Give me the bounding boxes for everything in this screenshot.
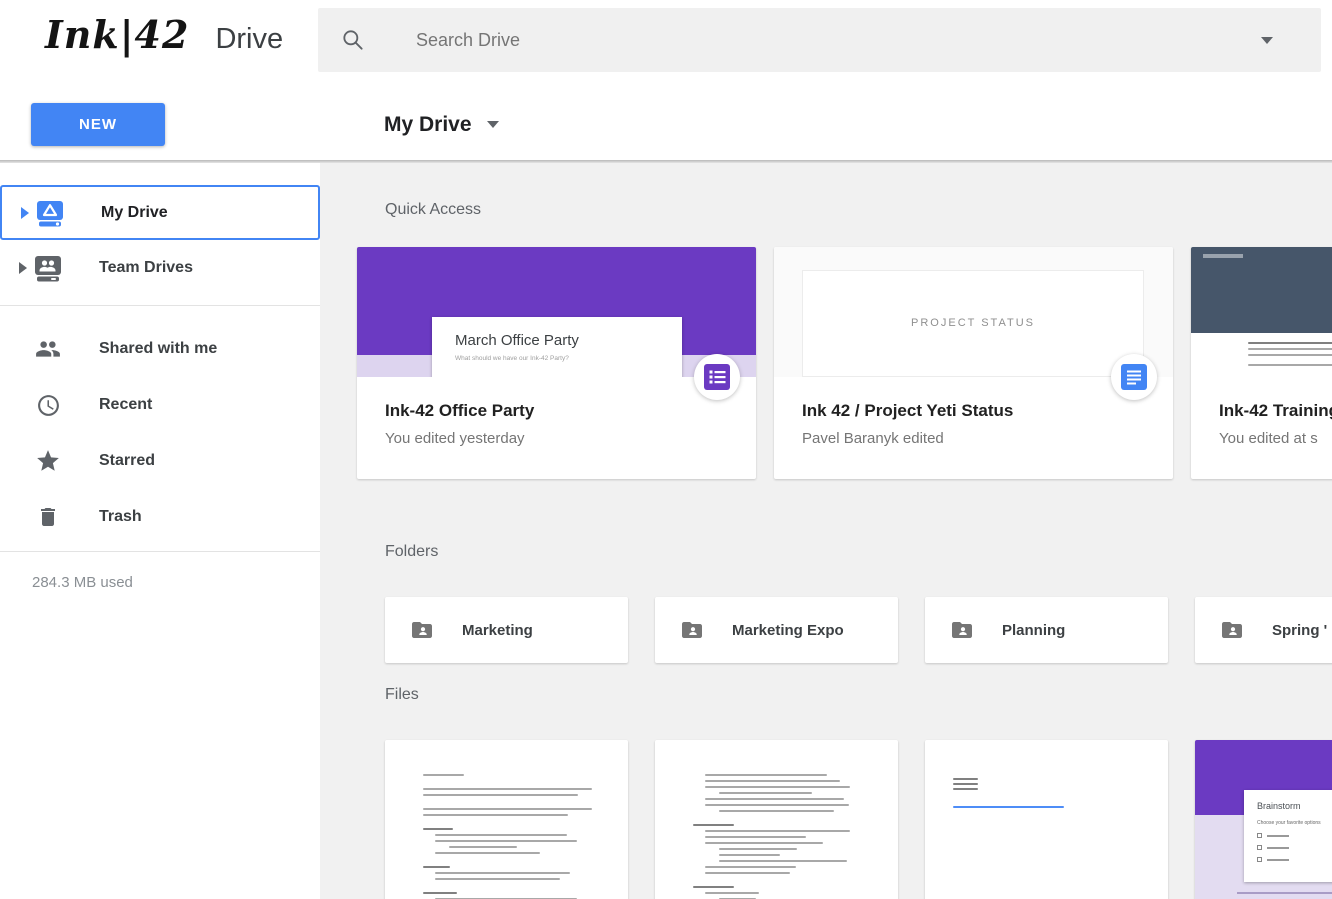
doc-thumbnail: PROJECT STATUS (774, 247, 1173, 377)
people-icon (34, 336, 62, 362)
folder-label: Spring ' (1272, 622, 1327, 639)
folder-label: Marketing Expo (732, 622, 844, 639)
thumbnail-text-lines (1191, 333, 1332, 366)
folder-label: Marketing (462, 622, 533, 639)
sidebar-divider (0, 305, 320, 306)
folder-marketing-expo[interactable]: Marketing Expo (655, 597, 898, 663)
expand-arrow-icon[interactable] (14, 207, 36, 219)
file-card-notes-document[interactable] (655, 740, 898, 899)
folder-planning[interactable]: Planning (925, 597, 1168, 663)
thumbnail-text-lines (423, 774, 592, 899)
quick-access-row: March Office Party What should we have o… (357, 247, 1332, 479)
files-row: Brainstorm Choose your favorite options (385, 740, 1332, 899)
main-content: Quick Access March Office Party What sho… (320, 163, 1332, 899)
doc-preview-page: PROJECT STATUS (802, 270, 1144, 377)
thumbnail-text-lines (953, 778, 1132, 812)
drive-app: Ink|42 Drive NEW My Drive (0, 0, 1332, 899)
file-title: Ink-42 Office Party (385, 401, 728, 421)
product-name: Drive (215, 23, 283, 56)
file-title: Ink-42 Training (1219, 401, 1332, 421)
chevron-down-icon (487, 121, 499, 128)
sidebar-item-label: Recent (99, 396, 152, 414)
checkbox-option (1257, 857, 1332, 862)
folders-heading: Folders (385, 543, 438, 561)
brand-logo-text: Ink|42 (45, 12, 189, 57)
sidebar-item-shared-with-me[interactable]: Shared with me (0, 321, 320, 377)
checkbox-option (1257, 845, 1332, 850)
view-title-text: My Drive (384, 113, 472, 137)
clock-icon (34, 393, 62, 418)
docs-icon (1121, 364, 1147, 390)
sidebar-item-trash[interactable]: Trash (0, 489, 320, 545)
checkbox-option (1257, 833, 1332, 838)
sidebar-item-label: Starred (99, 452, 155, 470)
brand-logo[interactable]: Ink|42 Drive (45, 12, 283, 57)
form-preview-card: March Office Party What should we have o… (432, 317, 682, 377)
top-bar: Ink|42 Drive NEW My Drive (0, 0, 1332, 161)
sidebar: My Drive Team Drives (0, 163, 320, 899)
shared-folder-icon (1220, 618, 1244, 642)
slide-dark-banner (1191, 247, 1332, 333)
shared-folder-icon (410, 618, 434, 642)
shared-folder-icon (950, 618, 974, 642)
sidebar-item-starred[interactable]: Starred (0, 433, 320, 489)
search-icon-glyph (340, 27, 366, 53)
folder-spring[interactable]: Spring ' (1195, 597, 1332, 663)
file-card-letter-document[interactable] (385, 740, 628, 899)
folder-label: Planning (1002, 622, 1065, 639)
forms-icon (704, 364, 730, 390)
shared-folder-icon (680, 618, 704, 642)
quick-access-card-office-party[interactable]: March Office Party What should we have o… (357, 247, 756, 479)
sidebar-item-my-drive[interactable]: My Drive (0, 185, 320, 240)
quick-access-heading: Quick Access (385, 201, 481, 219)
view-title-dropdown[interactable]: My Drive (384, 103, 499, 146)
docs-badge (1111, 354, 1157, 400)
file-activity: You edited at s (1219, 430, 1332, 447)
search-bar[interactable] (318, 8, 1321, 72)
search-options-caret-icon[interactable] (1261, 37, 1273, 44)
trash-icon (34, 505, 62, 529)
new-button[interactable]: NEW (31, 103, 165, 146)
thumbnail-text-lines (1237, 892, 1332, 894)
my-drive-icon (36, 199, 64, 227)
sidebar-item-label: Trash (99, 508, 142, 526)
storage-used-text: 284.3 MB used (32, 574, 320, 591)
file-card-short-document[interactable] (925, 740, 1168, 899)
forms-badge (694, 354, 740, 400)
sidebar-item-recent[interactable]: Recent (0, 377, 320, 433)
form-preview-card: Brainstorm Choose your favorite options (1244, 790, 1332, 882)
search-input[interactable] (416, 30, 1261, 51)
thumbnail-text-lines (693, 774, 862, 899)
sidebar-item-team-drives[interactable]: Team Drives (0, 240, 320, 295)
folders-row: Marketing Marketing Expo Planning (385, 597, 1332, 663)
file-card-brainstorm-form[interactable]: Brainstorm Choose your favorite options (1195, 740, 1332, 899)
sidebar-item-label: My Drive (101, 204, 168, 222)
form-thumbnail: March Office Party What should we have o… (357, 247, 756, 377)
sidebar-divider (0, 551, 320, 552)
sidebar-item-label: Shared with me (99, 340, 217, 358)
file-activity: Pavel Baranyk edited (802, 430, 1145, 447)
sidebar-item-label: Team Drives (99, 259, 193, 277)
search-icon[interactable] (318, 27, 388, 53)
quick-access-card-project-yeti[interactable]: PROJECT STATUS Ink 42 / Project Yeti Sta… (774, 247, 1173, 479)
folder-marketing[interactable]: Marketing (385, 597, 628, 663)
file-activity: You edited yesterday (385, 430, 728, 447)
form-preview-heading: March Office Party (455, 332, 682, 349)
form-preview-subtext: Choose your favorite options (1257, 820, 1332, 826)
card-info: Ink-42 Training You edited at s (1191, 377, 1332, 447)
quick-access-card-training[interactable]: Ink-42 Training You edited at s (1191, 247, 1332, 479)
file-title: Ink 42 / Project Yeti Status (802, 401, 1145, 421)
form-preview-heading: Brainstorm (1257, 801, 1332, 811)
form-preview-subtext: What should we have our Ink-42 Party? (455, 355, 682, 362)
expand-arrow-icon[interactable] (12, 262, 34, 274)
doc-preview-heading: PROJECT STATUS (803, 317, 1143, 329)
slide-thumbnail (1191, 247, 1332, 377)
team-drives-icon (34, 254, 62, 282)
star-icon (34, 448, 62, 474)
files-heading: Files (385, 686, 419, 704)
